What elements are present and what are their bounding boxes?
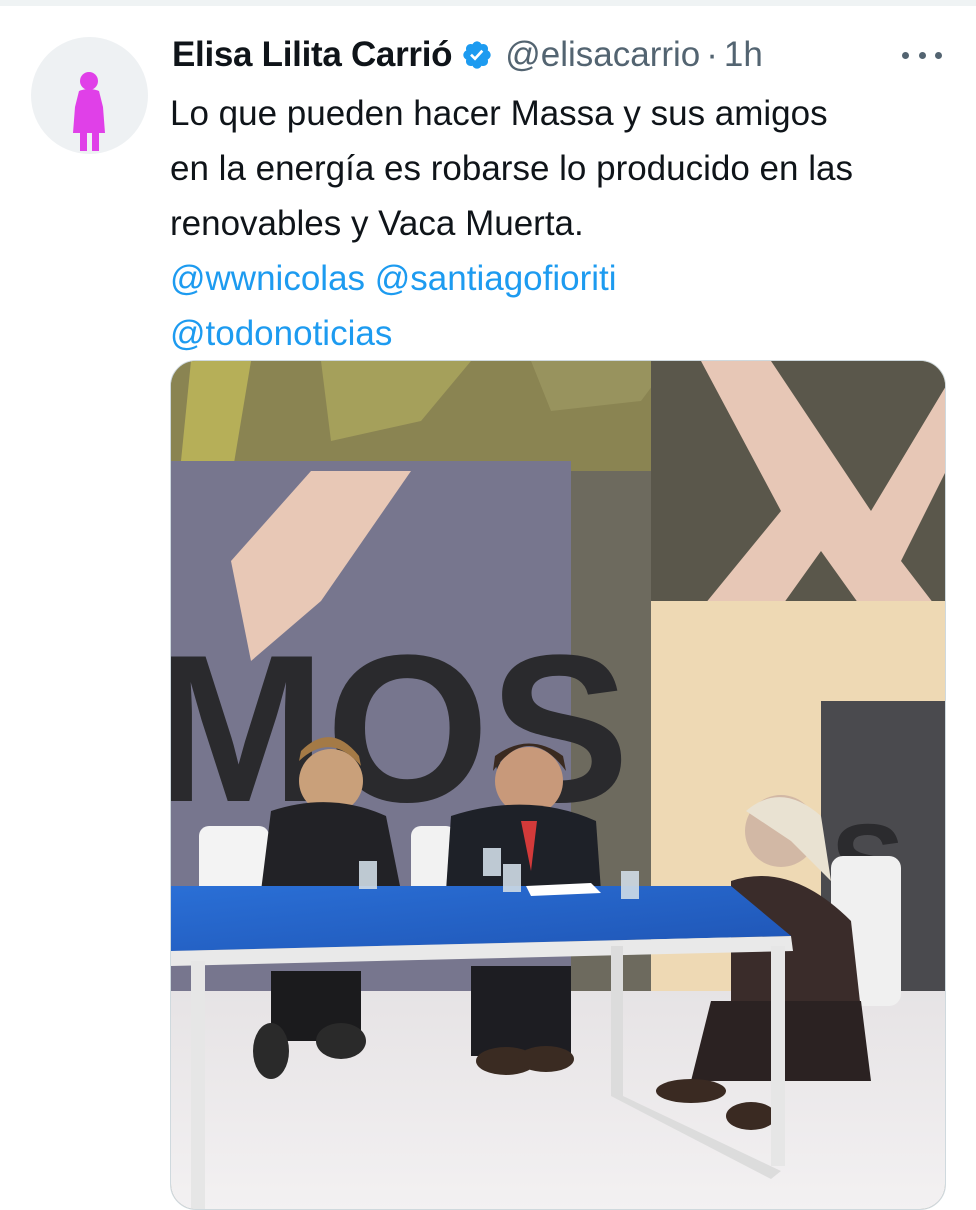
mention-link[interactable]: @todonoticias [170, 314, 392, 353]
mention-link[interactable]: @wwnicolas [170, 259, 365, 298]
tweet-header: Elisa Lilita Carrió @elisacarrio · 1h [172, 32, 763, 78]
more-dot [918, 51, 926, 59]
author-name[interactable]: Elisa Lilita Carrió [172, 35, 453, 75]
studio-photo-illustration: MOS S [171, 361, 945, 1209]
more-options-icon[interactable] [902, 40, 942, 70]
top-divider [0, 0, 976, 6]
author-handle[interactable]: @elisacarrio [505, 35, 700, 75]
tweet-text-line: renovables y Vaca Muerta. [170, 204, 584, 243]
more-dot [902, 51, 909, 59]
mentions-line: @todonoticias [170, 306, 960, 361]
tweet-text-line: en la energía es robarse lo producido en… [170, 149, 853, 188]
separator-dot: · [706, 35, 718, 74]
avatar[interactable] [31, 37, 148, 154]
tweet-photo[interactable]: MOS S [170, 360, 946, 1210]
mention-link[interactable]: @santiagofioriti [375, 259, 617, 298]
mentions-line: @wwnicolas @santiagofioriti [170, 251, 960, 306]
timestamp[interactable]: 1h [724, 35, 763, 75]
tweet-text-line: Lo que pueden hacer Massa y sus amigos [170, 94, 828, 133]
person-silhouette-icon [73, 72, 105, 151]
verified-badge-icon [461, 39, 493, 71]
tweet-text: Lo que pueden hacer Massa y sus amigos e… [170, 86, 960, 361]
more-dot [935, 51, 942, 59]
